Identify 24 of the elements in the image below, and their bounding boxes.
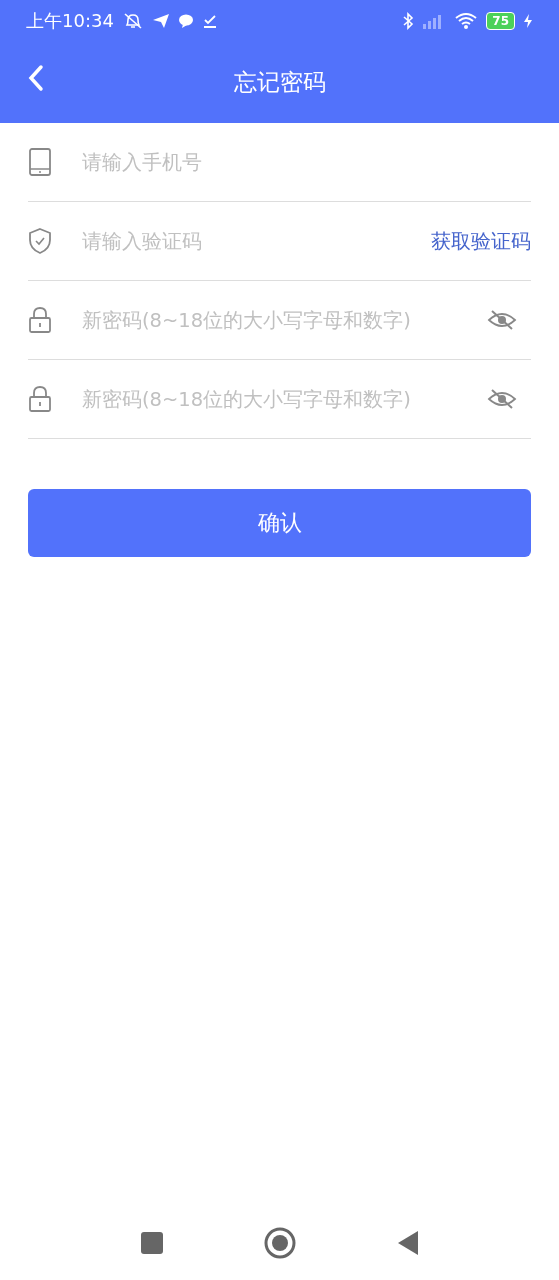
eye-slash-icon[interactable] (487, 308, 517, 332)
input-field[interactable]: 新密码(8~18位的大小写字母和数字) (82, 383, 477, 415)
lock-icon (28, 306, 52, 334)
back-icon[interactable] (26, 64, 46, 92)
shield-icon (28, 227, 52, 255)
lock-icon (28, 385, 52, 413)
send-icon (151, 13, 170, 29)
recents-icon[interactable] (139, 1231, 164, 1255)
home-icon[interactable] (263, 1227, 296, 1259)
check-icon (201, 13, 218, 29)
chat-bubble-icon (177, 13, 194, 29)
charging-icon (523, 13, 533, 29)
get-code-link[interactable]: 获取验证码 (431, 227, 531, 255)
battery-level: 75 (486, 12, 515, 30)
status-time: 上午10:34 (26, 9, 114, 33)
page-title: 忘记密码 (233, 68, 326, 97)
bluetooth-icon (402, 12, 415, 30)
wifi-icon (454, 12, 479, 30)
phone-icon (28, 148, 52, 176)
input-field[interactable]: 请输入验证码 (82, 225, 431, 257)
confirm-button[interactable]: 确认 (28, 489, 531, 557)
eye-slash-icon[interactable] (487, 387, 517, 411)
input-field[interactable]: 新密码(8~18位的大小写字母和数字) (82, 304, 477, 336)
input-field[interactable]: 请输入手机号 (82, 146, 531, 178)
